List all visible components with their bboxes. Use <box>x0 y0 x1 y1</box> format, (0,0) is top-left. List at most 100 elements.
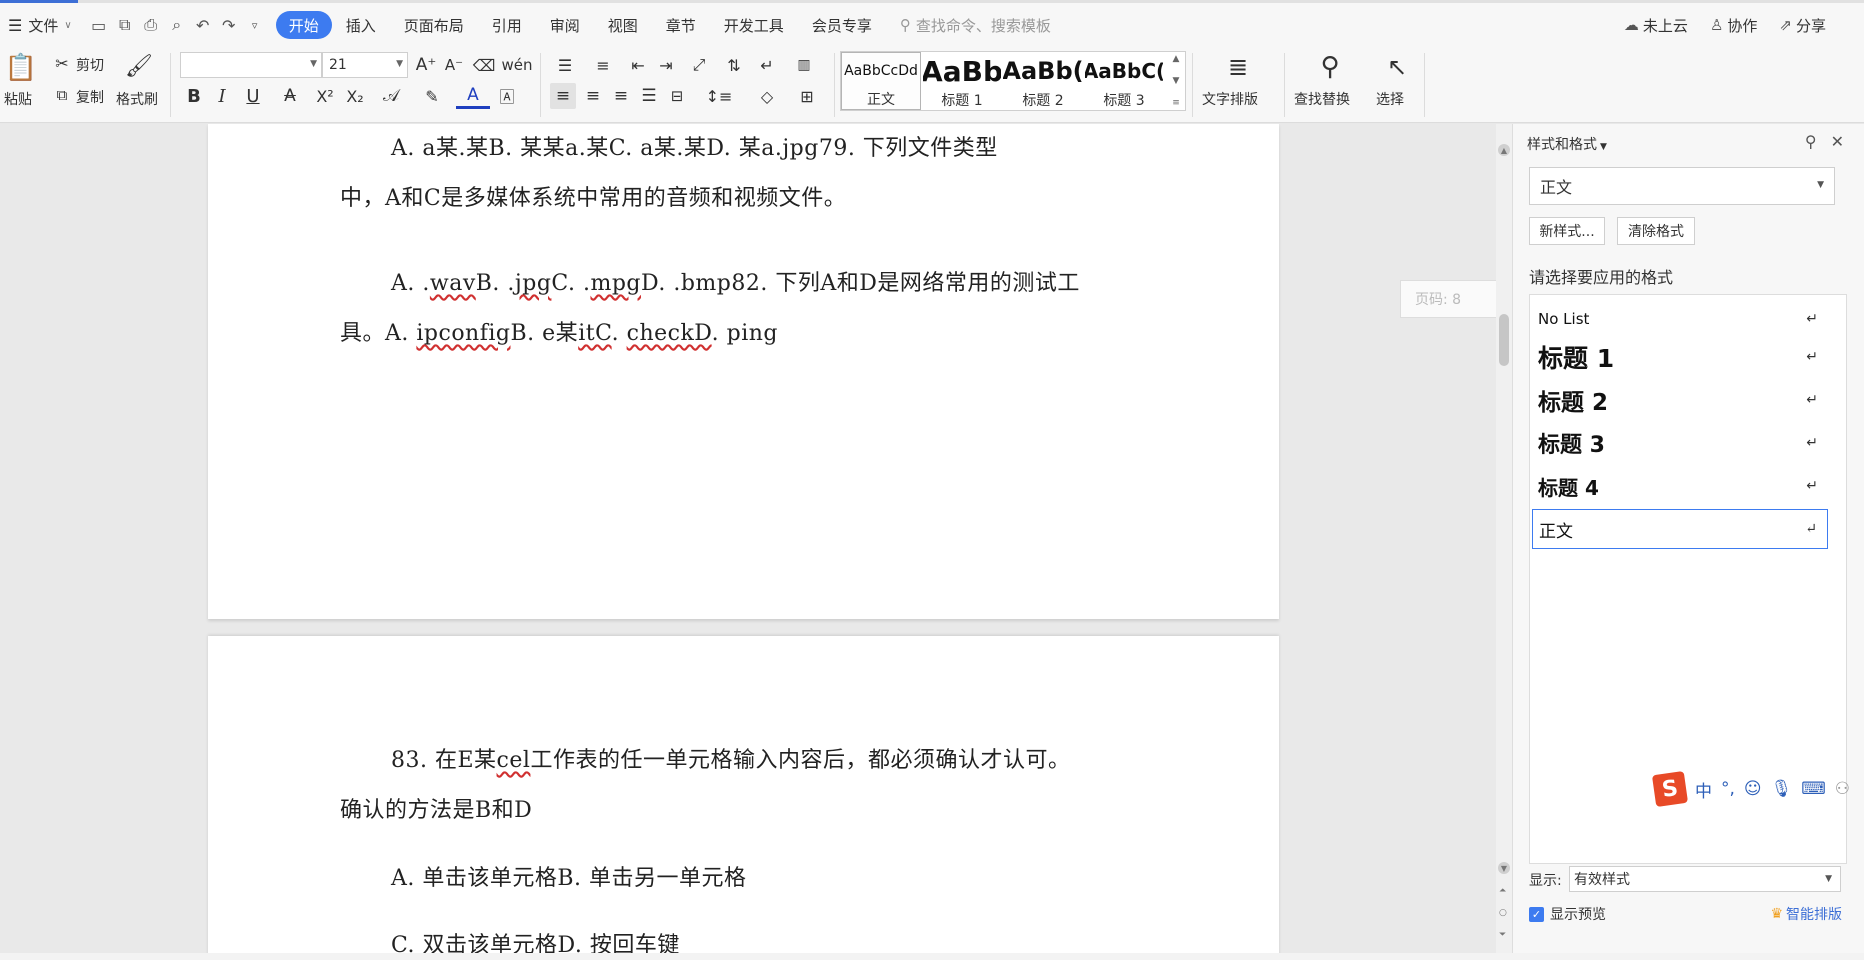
font-size-select[interactable]: 21 ▼ <box>322 52 408 78</box>
undo-icon[interactable]: ↶ <box>190 12 216 38</box>
scroll-up-icon[interactable]: ▲ <box>1498 144 1510 156</box>
highlight-icon[interactable]: ✎ <box>414 83 450 109</box>
document-paragraph[interactable]: C. 双击该单元格D. 按回车键 <box>340 921 1190 953</box>
redo-icon[interactable]: ↷ <box>216 12 242 38</box>
numbered-list-icon[interactable]: ≡ <box>588 53 618 77</box>
file-menu[interactable]: ☰ 文件 ∨ <box>0 10 82 40</box>
paragraph-marks-icon[interactable]: ↵ <box>752 53 782 77</box>
document-paragraph[interactable]: 83. 在E某cel工作表的任一单元格输入内容后，都必须确认才认可。 确认的方法… <box>340 736 1190 836</box>
style-gallery-item-heading3[interactable]: AaBbC( 标题 3 <box>1085 52 1163 110</box>
increase-indent-icon[interactable]: ⇥ <box>654 53 678 77</box>
underline-icon[interactable]: U <box>238 83 268 109</box>
scissors-icon[interactable]: ✂ <box>52 53 72 73</box>
microphone-icon[interactable]: 🎙 <box>1771 779 1793 799</box>
subscript-icon[interactable]: X₂ <box>342 83 368 109</box>
shading-icon[interactable]: ◇ <box>750 83 784 109</box>
style-item-heading1[interactable]: 标题 1 ↵ <box>1532 337 1828 377</box>
style-item-heading2[interactable]: 标题 2 ↵ <box>1532 380 1828 420</box>
tab-insert[interactable]: 插入 <box>332 11 390 39</box>
chevron-down-icon[interactable]: ▼ <box>1173 76 1180 86</box>
style-gallery-item-heading1[interactable]: AaBb 标题 1 <box>923 52 1001 110</box>
find-replace-button[interactable]: 查找替换 <box>1294 89 1350 109</box>
tab-page-layout[interactable]: 页面布局 <box>390 11 478 39</box>
current-style-select[interactable]: 正文 ▼ <box>1529 167 1835 205</box>
align-left-icon[interactable]: ≡ <box>550 83 576 109</box>
pin-icon[interactable]: ⚲ <box>1805 132 1817 151</box>
prev-page-icon[interactable]: ⏶ <box>1499 886 1506 896</box>
emoji-icon[interactable]: ☺ <box>1744 779 1762 799</box>
text-effect-icon[interactable]: 𝒜 <box>374 83 408 109</box>
justify-icon[interactable]: ☰ <box>636 83 662 109</box>
tab-member[interactable]: 会员专享 <box>798 11 886 39</box>
save-as-icon[interactable]: ⧉ <box>112 12 138 38</box>
scrollbar-thumb[interactable] <box>1499 314 1509 366</box>
align-center-icon[interactable]: ≡ <box>580 83 606 109</box>
bold-icon[interactable]: B <box>182 83 206 109</box>
document-paragraph[interactable]: A. 单击该单元格B. 单击另一单元格 <box>340 854 1190 904</box>
style-item-heading3[interactable]: 标题 3 ↵ <box>1532 423 1828 463</box>
italic-icon[interactable]: I <box>210 83 234 109</box>
format-painter-button[interactable]: 格式刷 <box>116 89 158 109</box>
new-style-button[interactable]: 新样式... <box>1529 217 1605 245</box>
document-paragraph[interactable]: A. a某.某B. 某某a.某C. a某.某D. 某a.jpg79. 下列文件类… <box>340 124 1190 224</box>
share-button[interactable]: ⇗ 分享 <box>1779 15 1826 36</box>
tab-chapter[interactable]: 章节 <box>652 11 710 39</box>
find-replace-icon[interactable]: ⚲ <box>1314 51 1346 83</box>
collab-button[interactable]: ♙ 协作 <box>1710 15 1757 36</box>
distributed-icon[interactable]: ⊟ <box>664 83 690 109</box>
document-scrollbar[interactable]: ▲ ▼ ⏶ ○ ⏷ <box>1496 124 1512 953</box>
close-icon[interactable]: ✕ <box>1831 132 1844 151</box>
command-search[interactable]: ⚲ 查找命令、搜索模板 <box>900 15 1051 36</box>
grow-font-icon[interactable]: A⁺ <box>414 53 438 77</box>
gallery-scroll[interactable]: ▲ ▼ ≡ <box>1169 54 1183 108</box>
cut-button[interactable]: 剪切 <box>76 55 104 75</box>
paste-icon[interactable]: 📋 <box>5 53 37 83</box>
chevron-up-icon[interactable]: ▲ <box>1173 54 1180 64</box>
keyboard-icon[interactable]: ⌨ <box>1801 779 1826 799</box>
select-cursor-icon[interactable]: ↖ <box>1382 51 1412 83</box>
superscript-icon[interactable]: X² <box>312 83 338 109</box>
format-painter-icon[interactable]: 🖌 <box>125 51 153 81</box>
text-layout-button[interactable]: 文字排版 <box>1202 89 1258 109</box>
bullet-list-icon[interactable]: ☰ <box>550 53 580 77</box>
show-filter-select[interactable]: 有效样式 ▼ <box>1569 866 1841 892</box>
text-layout-icon[interactable]: ≣ <box>1222 51 1254 83</box>
paste-button[interactable]: 粘贴 <box>4 89 32 109</box>
clear-format-button[interactable]: 清除格式 <box>1617 217 1695 245</box>
borders-icon[interactable]: ⊞ <box>790 83 824 109</box>
tab-developer[interactable]: 开发工具 <box>710 11 798 39</box>
styles-panel-title[interactable]: 样式和格式 ▼ <box>1527 134 1607 154</box>
style-item-normal[interactable]: 正文 ↵ <box>1532 509 1828 549</box>
copy-icon[interactable]: ⧉ <box>52 85 72 105</box>
more-icon[interactable]: ≡ <box>1172 98 1180 108</box>
shrink-font-icon[interactable]: A⁻ <box>442 53 466 77</box>
style-gallery-item-normal[interactable]: AaBbCcDd 正文 <box>841 52 921 110</box>
sogou-logo-icon[interactable]: S <box>1651 770 1689 808</box>
print-preview-icon[interactable]: ⌕ <box>164 12 190 38</box>
next-page-icon[interactable]: ⏷ <box>1499 930 1506 940</box>
tab-home[interactable]: 开始 <box>275 11 332 39</box>
tab-view[interactable]: 视图 <box>594 11 652 39</box>
style-gallery-item-heading2[interactable]: AaBb( 标题 2 <box>1003 52 1083 110</box>
browse-object-icon[interactable]: ○ <box>1499 908 1507 918</box>
punctuation-icon[interactable]: °, <box>1721 779 1735 799</box>
strikethrough-icon[interactable]: A <box>272 83 308 109</box>
tab-references[interactable]: 引用 <box>478 11 536 39</box>
print-icon[interactable]: ⎙ <box>138 12 164 38</box>
text-direction-icon[interactable]: ⤢ <box>684 53 714 77</box>
clear-format-icon[interactable]: ⌫ <box>472 53 496 77</box>
save-icon[interactable]: ▭ <box>86 12 112 38</box>
align-right-icon[interactable]: ≡ <box>608 83 634 109</box>
ruler-icon[interactable]: ▥ <box>790 53 818 77</box>
document-paragraph[interactable]: A. .wavB. .jpgC. .mpgD. .bmp82. 下列A和D是网络… <box>340 259 1190 359</box>
style-item-no-list[interactable]: No List ↵ <box>1532 299 1828 339</box>
font-color-icon[interactable]: A <box>456 83 490 109</box>
decrease-indent-icon[interactable]: ⇤ <box>626 53 650 77</box>
scroll-down-icon[interactable]: ▼ <box>1498 862 1510 874</box>
font-name-select[interactable]: ▼ <box>180 52 322 78</box>
smart-layout-button[interactable]: ♛ 智能排版 <box>1770 904 1842 924</box>
copy-button[interactable]: 复制 <box>76 87 104 107</box>
tab-review[interactable]: 审阅 <box>536 11 594 39</box>
show-preview-checkbox[interactable]: ✓ 显示预览 <box>1529 904 1606 924</box>
ime-mode-toggle[interactable]: 中 <box>1695 777 1712 802</box>
